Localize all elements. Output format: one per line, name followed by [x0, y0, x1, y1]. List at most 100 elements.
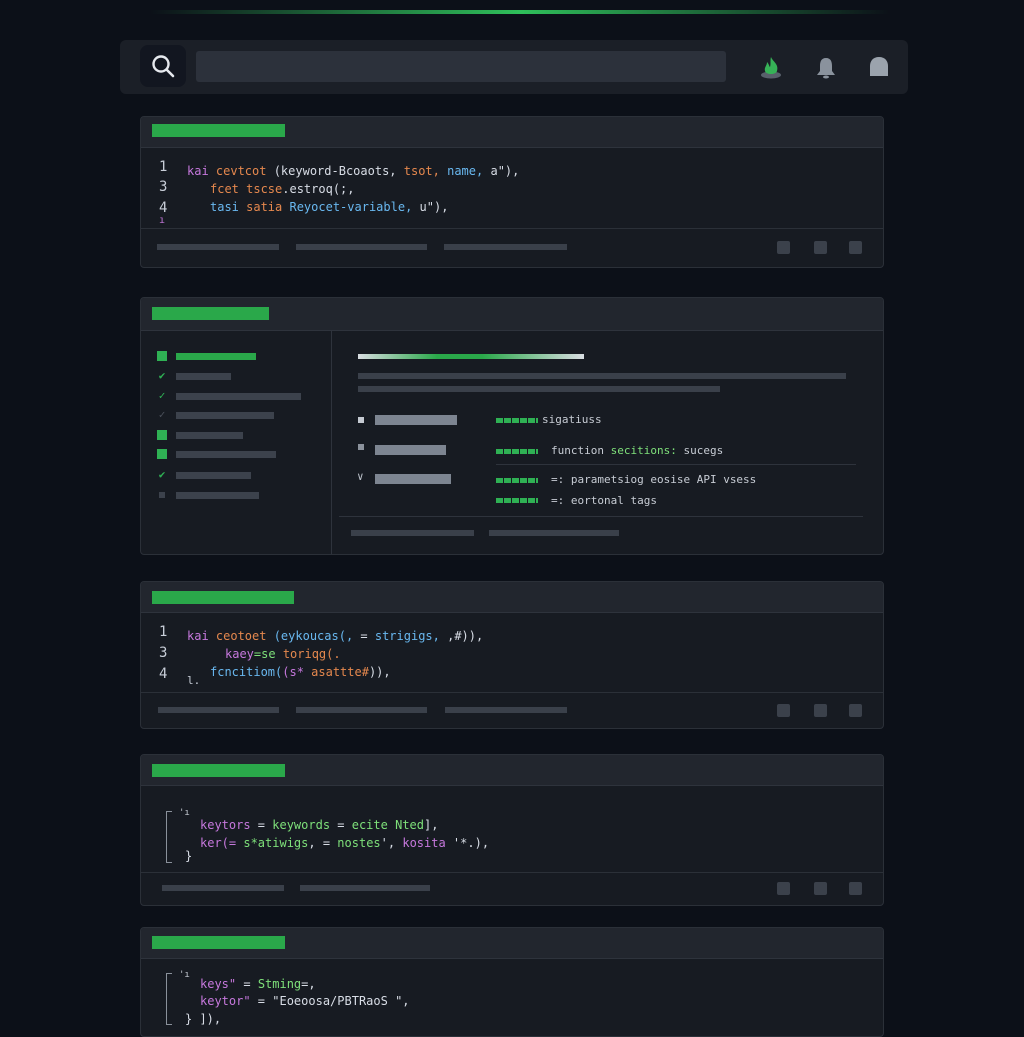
line-number: l.	[187, 674, 201, 687]
panel-footer	[141, 872, 883, 905]
row-label: =: eortonal tags	[551, 494, 657, 507]
param-name[interactable]	[375, 445, 446, 455]
footer-action-button[interactable]	[777, 704, 790, 717]
footer-action-button[interactable]	[849, 882, 862, 895]
footer-bar	[157, 244, 279, 250]
code-panel-3: 'ı keytors = keywords = ecite Nted], ker…	[140, 754, 884, 906]
footer-bar	[296, 244, 427, 250]
marker: 'ı	[179, 808, 190, 818]
panel-header	[141, 755, 883, 786]
line-number: 1	[159, 159, 168, 175]
bracket	[166, 811, 172, 863]
footer-action-button[interactable]	[814, 882, 827, 895]
row-label: =: parametsiog eosise API vsess	[551, 473, 757, 486]
doc-text-line	[358, 386, 720, 392]
marker: 'ı	[179, 970, 190, 980]
bracket	[166, 973, 172, 1025]
divider	[496, 464, 856, 465]
sidebar-item[interactable]: ✔	[157, 469, 251, 481]
sidebar-item[interactable]: ✓	[157, 409, 274, 421]
line-number: 4	[159, 666, 168, 682]
footer-bar	[162, 885, 284, 891]
code-line: fcet tscse.estroq(;,	[210, 182, 355, 196]
param-type-bar	[496, 478, 538, 483]
top-toolbar	[120, 40, 908, 94]
checkbox-icon	[157, 351, 167, 361]
docs-panel: ✔ ✓ ✓ ✔ ∨ sigatiuss function secitions: …	[140, 297, 884, 555]
bullet-icon	[157, 490, 167, 500]
footer-action-button[interactable]	[777, 241, 790, 254]
footer-bar	[296, 707, 427, 713]
code-panel-2: 1 3 4 l. kai ceotoet (eykoucas(, = strig…	[140, 581, 884, 729]
check-icon: ✓	[158, 389, 166, 402]
code-line: kai ceotoet (eykoucas(, = strigigs, ,#))…	[187, 629, 484, 643]
sidebar-item[interactable]	[157, 448, 276, 460]
param-type-bar	[496, 418, 538, 423]
chevron-down-icon[interactable]: ∨	[357, 471, 364, 482]
sidebar-item[interactable]	[157, 350, 256, 362]
sidebar-item[interactable]	[157, 489, 259, 501]
footer-action-button[interactable]	[777, 882, 790, 895]
search-input[interactable]	[196, 51, 726, 82]
panel-tab[interactable]	[152, 591, 294, 604]
panel-tab[interactable]	[152, 936, 285, 949]
code-line: keys" = Stming=,	[200, 977, 316, 991]
panel-footer	[141, 692, 883, 728]
footer-bar	[444, 244, 567, 250]
code-line: }	[185, 849, 193, 863]
row-label: function secitions: sucegs	[551, 444, 724, 457]
footer-bar	[158, 707, 279, 713]
footer-bar	[300, 885, 430, 891]
panel-header	[141, 928, 883, 959]
code-line: } ]),	[185, 1012, 222, 1026]
checkbox-icon	[157, 449, 167, 459]
code-line: keytor" = "Eoeoosa/PBTRaoS ",	[200, 994, 410, 1008]
code-panel-4: 'ı keys" = Stming=, keytor" = "Eoeoosa/P…	[140, 927, 884, 1037]
bell-icon	[817, 58, 835, 79]
sidebar-item[interactable]: ✓	[157, 390, 301, 402]
line-number: 1	[159, 624, 168, 640]
divider	[331, 331, 332, 554]
panel-tab[interactable]	[152, 124, 285, 137]
divider	[339, 516, 863, 517]
code-panel-1: 1 3 4 ı kai cevtcot (keyword-Bcoaots, ts…	[140, 116, 884, 268]
code-line: kaey=se toriqg(.	[225, 647, 341, 661]
param-name[interactable]	[375, 474, 451, 484]
panel-tab[interactable]	[152, 307, 269, 320]
footer-bar	[445, 707, 567, 713]
flame-button[interactable]	[758, 54, 784, 80]
check-icon: ✓	[158, 408, 166, 421]
param-name[interactable]	[375, 415, 457, 425]
panel-footer	[141, 228, 883, 267]
code-line: fcncitiom((s* asattte#)),	[210, 665, 391, 679]
bullet-icon	[358, 444, 364, 450]
footer-action-button[interactable]	[814, 704, 827, 717]
footer-action-button[interactable]	[849, 241, 862, 254]
code-line: ker(= s*atiwigs, = nostes', kosita '*.),	[200, 836, 490, 850]
footer-action-button[interactable]	[814, 241, 827, 254]
user-icon	[870, 57, 888, 76]
footer-action-button[interactable]	[849, 704, 862, 717]
line-number: 3	[159, 645, 168, 661]
panel-tab[interactable]	[152, 764, 285, 777]
panel-header	[141, 582, 883, 613]
code-line: keytors = keywords = ecite Nted],	[200, 818, 439, 832]
profile-button[interactable]	[866, 54, 892, 80]
footer-bar	[489, 530, 619, 536]
sidebar-item[interactable]: ✔	[157, 370, 231, 382]
check-icon: ✔	[158, 468, 166, 481]
line-number: 3	[159, 179, 168, 195]
checkbox-icon	[157, 430, 167, 440]
doc-title-bar	[358, 354, 584, 359]
search-button[interactable]	[140, 45, 186, 87]
code-line: kai cevtcot (keyword-Bcoaots, tsot, name…	[187, 164, 520, 178]
code-line: tasi satia Reyocet-variable, u"),	[210, 200, 449, 214]
footer-bar	[351, 530, 474, 536]
notifications-button[interactable]	[813, 54, 839, 80]
bullet-icon	[358, 417, 364, 423]
param-type-bar	[496, 498, 538, 503]
panel-header	[141, 298, 883, 331]
row-label: sigatiuss	[542, 413, 602, 426]
sidebar-item[interactable]	[157, 429, 243, 441]
check-icon: ✔	[158, 369, 166, 382]
